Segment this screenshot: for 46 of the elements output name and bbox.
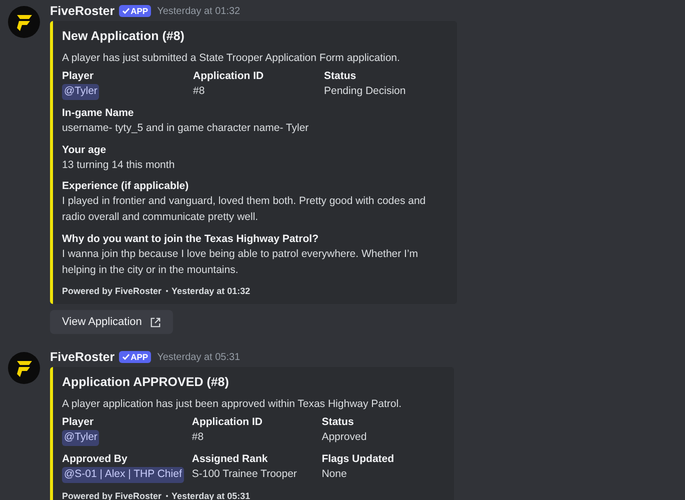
field-value: None <box>322 467 347 482</box>
external-link-icon <box>150 316 161 328</box>
field-value: 13 turning 14 this month <box>62 158 175 172</box>
field-name: Your age <box>62 144 106 156</box>
footer-text: Powered by FiveRoster <box>62 286 162 296</box>
field-name: Experience (if applicable) <box>62 180 189 192</box>
field-value: Approved <box>322 430 367 446</box>
field-name: In-game Name <box>62 106 134 119</box>
user-mention[interactable]: @S-01 | Alex | THP Chief <box>62 467 184 483</box>
field-value: #8 <box>192 430 204 446</box>
field-name: Application ID <box>193 70 264 82</box>
field-value: Pending Decision <box>324 84 406 99</box>
checkmark-icon <box>122 353 130 362</box>
field-name: Player <box>62 416 94 428</box>
message-timestamp: Yesterday at 01:32 <box>157 6 240 16</box>
field-value: #8 <box>193 84 205 99</box>
embed-title: Application APPROVED (#8) <box>62 375 230 390</box>
author-name[interactable]: FiveRoster <box>50 350 115 364</box>
separator-dot <box>166 494 168 497</box>
app-badge: APP <box>118 351 152 364</box>
field-name: Why do you want to join the Texas Highway Patrol? <box>62 232 318 245</box>
checkmark-icon <box>122 7 130 15</box>
footer-timestamp: Yesterday at 01:32 <box>172 286 250 296</box>
field-name: Application ID <box>192 416 262 428</box>
embed-description: A player application has just been approved within Texas Highway Patrol. <box>62 398 403 410</box>
separator-dot <box>166 290 168 292</box>
field-value: S-100 Trainee Trooper <box>192 467 297 482</box>
field-value: I wanna join thp because I love being able to patrol everywhere. Whether I’m helping in the city or in the mountains. <box>62 246 420 278</box>
author-name[interactable]: FiveRoster <box>50 4 115 18</box>
field-name: Status <box>324 70 356 82</box>
embed-title: New Application (#8) <box>62 29 186 43</box>
bot-avatar-icon <box>8 352 40 384</box>
user-mention[interactable]: @Tyler <box>62 84 100 100</box>
bot-avatar-icon <box>8 6 40 38</box>
message-timestamp: Yesterday at 05:31 <box>157 352 240 363</box>
user-mention[interactable]: @Tyler <box>62 430 100 446</box>
app-badge: APP <box>118 5 152 17</box>
view-application-button[interactable]: View Application <box>50 310 173 334</box>
field-name: Approved By <box>62 453 128 465</box>
field-value: I played in frontier and vanguard, loved them both. Pretty good with codes and radio overall and communicate pretty well. <box>62 194 427 225</box>
field-name: Assigned Rank <box>192 453 268 465</box>
field-name: Flags Updated <box>322 453 394 465</box>
field-name: Status <box>322 416 354 428</box>
embed-description: A player has just submitted a State Trooper Application Form application. <box>62 52 401 64</box>
field-name: Player <box>62 70 94 82</box>
field-value: username- tyty_5 and in game character name- Tyler <box>62 120 309 136</box>
